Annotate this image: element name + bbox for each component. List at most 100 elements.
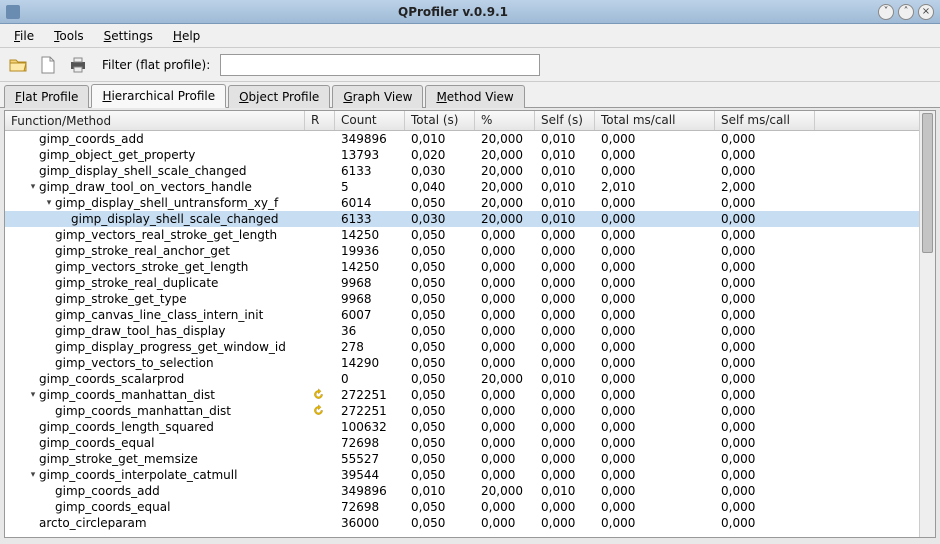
cell-tmsc: 0,000 xyxy=(595,275,715,291)
table-row[interactable]: gimp_coords_add3498960,01020,0000,0100,0… xyxy=(5,483,919,499)
table-row[interactable]: gimp_draw_tool_has_display360,0500,0000,… xyxy=(5,323,919,339)
table-row[interactable]: gimp_stroke_real_anchor_get199360,0500,0… xyxy=(5,243,919,259)
menu-file[interactable]: File xyxy=(4,26,44,46)
new-document-icon[interactable] xyxy=(36,53,60,77)
cell-self: 0,000 xyxy=(535,467,595,483)
scrollbar-thumb[interactable] xyxy=(922,113,933,253)
collapse-icon[interactable]: ▾ xyxy=(27,467,39,483)
table-row[interactable]: ▾gimp_draw_tool_on_vectors_handle50,0402… xyxy=(5,179,919,195)
maximize-button[interactable]: ˄ xyxy=(898,4,914,20)
cell-smsc: 0,000 xyxy=(715,355,815,371)
vertical-scrollbar[interactable] xyxy=(919,111,935,537)
cell-function: gimp_object_get_property xyxy=(5,147,305,163)
minimize-button[interactable]: ˅ xyxy=(878,4,894,20)
cell-count: 9968 xyxy=(335,291,405,307)
menu-tools[interactable]: Tools xyxy=(44,26,94,46)
table-row[interactable]: gimp_display_shell_scale_changed61330,03… xyxy=(5,211,919,227)
collapse-icon[interactable]: ▾ xyxy=(27,179,39,195)
table-row[interactable]: gimp_display_progress_get_window_id2780,… xyxy=(5,339,919,355)
cell-count: 13793 xyxy=(335,147,405,163)
cell-total: 0,050 xyxy=(405,451,475,467)
cell-tmsc: 0,000 xyxy=(595,195,715,211)
table-row[interactable]: gimp_coords_length_squared1006320,0500,0… xyxy=(5,419,919,435)
cell-self: 0,000 xyxy=(535,259,595,275)
column-header-smsc[interactable]: Self ms/call xyxy=(715,111,815,130)
table-row[interactable]: gimp_vectors_real_stroke_get_length14250… xyxy=(5,227,919,243)
table-row[interactable]: gimp_coords_manhattan_dist2722510,0500,0… xyxy=(5,403,919,419)
column-header-total[interactable]: Total (s) xyxy=(405,111,475,130)
cell-self: 0,010 xyxy=(535,195,595,211)
tab-hierarchical-profile[interactable]: Hierarchical Profile xyxy=(91,84,226,108)
cell-total: 0,050 xyxy=(405,323,475,339)
cell-smsc: 0,000 xyxy=(715,371,815,387)
menu-settings[interactable]: Settings xyxy=(94,26,163,46)
cell-recursion xyxy=(305,227,335,243)
menu-help[interactable]: Help xyxy=(163,26,210,46)
tab-method-view[interactable]: Method View xyxy=(425,85,524,108)
cell-tmsc: 0,000 xyxy=(595,131,715,147)
cell-function: gimp_coords_scalarprod xyxy=(5,371,305,387)
cell-tmsc: 0,000 xyxy=(595,147,715,163)
cell-recursion xyxy=(305,339,335,355)
table-row[interactable]: gimp_object_get_property137930,02020,000… xyxy=(5,147,919,163)
open-icon[interactable] xyxy=(6,53,30,77)
table-row[interactable]: gimp_canvas_line_class_intern_init60070,… xyxy=(5,307,919,323)
table-row[interactable]: gimp_stroke_get_memsize555270,0500,0000,… xyxy=(5,451,919,467)
cell-tmsc: 0,000 xyxy=(595,435,715,451)
cell-total: 0,050 xyxy=(405,227,475,243)
function-name: gimp_stroke_get_memsize xyxy=(39,451,198,467)
column-header-self[interactable]: Self (s) xyxy=(535,111,595,130)
print-icon[interactable] xyxy=(66,53,90,77)
cell-tmsc: 0,000 xyxy=(595,339,715,355)
table-row[interactable]: gimp_coords_add3498960,01020,0000,0100,0… xyxy=(5,131,919,147)
cell-smsc: 0,000 xyxy=(715,387,815,403)
cell-function: gimp_coords_length_squared xyxy=(5,419,305,435)
table-row[interactable]: ▾gimp_coords_interpolate_catmull395440,0… xyxy=(5,467,919,483)
cell-recursion xyxy=(305,179,335,195)
table-row[interactable]: arcto_circleparam360000,0500,0000,0000,0… xyxy=(5,515,919,531)
cell-recursion xyxy=(305,387,335,403)
cell-total: 0,050 xyxy=(405,275,475,291)
column-header-pct[interactable]: % xyxy=(475,111,535,130)
cell-pct: 0,000 xyxy=(475,259,535,275)
column-header-fn[interactable]: Function/Method xyxy=(5,111,305,130)
column-header-count[interactable]: Count xyxy=(335,111,405,130)
cell-tmsc: 0,000 xyxy=(595,211,715,227)
function-name: arcto_circleparam xyxy=(39,515,147,531)
close-button[interactable]: × xyxy=(918,4,934,20)
cell-self: 0,000 xyxy=(535,307,595,323)
function-name: gimp_draw_tool_on_vectors_handle xyxy=(39,179,252,195)
table-row[interactable]: gimp_stroke_real_duplicate99680,0500,000… xyxy=(5,275,919,291)
cell-recursion xyxy=(305,211,335,227)
cell-recursion xyxy=(305,403,335,419)
cell-smsc: 0,000 xyxy=(715,515,815,531)
function-name: gimp_coords_add xyxy=(55,483,160,499)
table-row[interactable]: gimp_vectors_to_selection142900,0500,000… xyxy=(5,355,919,371)
cell-pct: 0,000 xyxy=(475,499,535,515)
table-row[interactable]: ▾gimp_display_shell_untransform_xy_f6014… xyxy=(5,195,919,211)
collapse-icon[interactable]: ▾ xyxy=(27,387,39,403)
cell-self: 0,000 xyxy=(535,355,595,371)
tab-object-profile[interactable]: Object Profile xyxy=(228,85,330,108)
cell-function: gimp_coords_add xyxy=(5,131,305,147)
cell-smsc: 0,000 xyxy=(715,483,815,499)
column-header-tmsc[interactable]: Total ms/call xyxy=(595,111,715,130)
function-name: gimp_stroke_real_duplicate xyxy=(55,275,218,291)
table-row[interactable]: gimp_coords_scalarprod00,05020,0000,0100… xyxy=(5,371,919,387)
table-row[interactable]: gimp_stroke_get_type99680,0500,0000,0000… xyxy=(5,291,919,307)
table-row[interactable]: gimp_vectors_stroke_get_length142500,050… xyxy=(5,259,919,275)
collapse-icon[interactable]: ▾ xyxy=(43,195,55,211)
cell-tmsc: 0,000 xyxy=(595,355,715,371)
tab-flat-profile[interactable]: Flat Profile xyxy=(4,85,89,108)
column-header-r[interactable]: R xyxy=(305,111,335,130)
cell-pct: 20,000 xyxy=(475,131,535,147)
table-row[interactable]: ▾gimp_coords_manhattan_dist2722510,0500,… xyxy=(5,387,919,403)
function-name: gimp_object_get_property xyxy=(39,147,195,163)
table-row[interactable]: gimp_coords_equal726980,0500,0000,0000,0… xyxy=(5,499,919,515)
cell-smsc: 0,000 xyxy=(715,275,815,291)
tab-graph-view[interactable]: Graph View xyxy=(332,85,423,108)
cell-smsc: 0,000 xyxy=(715,211,815,227)
filter-input[interactable] xyxy=(220,54,540,76)
table-row[interactable]: gimp_coords_equal726980,0500,0000,0000,0… xyxy=(5,435,919,451)
table-row[interactable]: gimp_display_shell_scale_changed61330,03… xyxy=(5,163,919,179)
